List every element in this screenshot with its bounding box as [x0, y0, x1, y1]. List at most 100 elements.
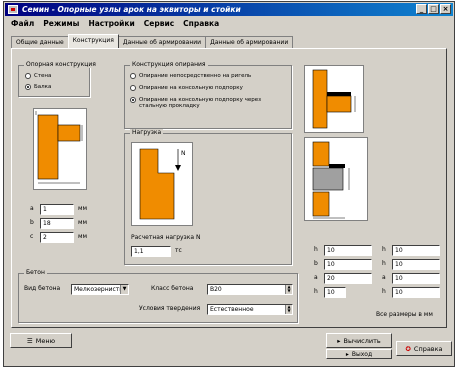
- support-section-drawing: [312, 69, 356, 129]
- radio-direct-support[interactable]: Опирание непосредственно на ригель: [130, 73, 251, 79]
- minimize-button[interactable]: _: [416, 4, 427, 14]
- radio-label: Опирание на консольную подпорку через ст…: [139, 97, 262, 109]
- tab-reinforcement-2[interactable]: Данные об армировании: [205, 36, 294, 48]
- radio-support-beam[interactable]: Балка: [25, 84, 51, 90]
- param-value: 10: [327, 247, 335, 254]
- support-section-diagram: [304, 65, 364, 133]
- radio-console-steel-pad[interactable]: Опирание на консольную подпорку через ст…: [130, 97, 288, 109]
- support-diagram: [33, 108, 87, 190]
- construction-support-group: Конструкция опирания Опирание непосредст…: [124, 61, 292, 129]
- radio-button[interactable]: [130, 85, 136, 91]
- load-diagram: N: [131, 142, 193, 226]
- calculate-button-label: Вычислить: [343, 336, 381, 345]
- help-button-label: Справка: [413, 344, 443, 353]
- param-label: a: [382, 274, 386, 281]
- concrete-type-select[interactable]: Мелкозернистый ▼: [71, 284, 129, 295]
- exit-button[interactable]: ▸ Выход: [326, 349, 392, 359]
- menu-modes[interactable]: Режимы: [43, 17, 79, 30]
- app-window: Семин - Опорные узлы арок на эквиторы и …: [3, 1, 455, 367]
- maximize-button[interactable]: □: [428, 4, 439, 14]
- chevron-down-icon[interactable]: ▼: [120, 285, 128, 294]
- dim-a-input[interactable]: 1: [40, 204, 74, 215]
- radio-button-checked[interactable]: [130, 97, 136, 103]
- group-title: Конструкция опирания: [130, 61, 208, 68]
- dim-value: 18: [43, 220, 51, 227]
- menu-bar: Файл Режимы Настройки Сервис Справка: [5, 17, 453, 30]
- group-title: Опорная конструкция: [24, 61, 98, 68]
- hardening-label: Условия твердения: [139, 305, 201, 312]
- window-title: Семин - Опорные узлы арок на эквиторы и …: [22, 5, 241, 14]
- load-group: Нагрузка N Расчетная нагрузка N 1,1 тс: [124, 129, 292, 265]
- param-input[interactable]: 10: [392, 259, 440, 270]
- param-input[interactable]: 10: [324, 287, 346, 298]
- radio-label: Опирание на консольную подпорку: [139, 85, 243, 91]
- group-title: Нагрузка: [130, 129, 164, 136]
- construction-tab-panel: Опорная конструкция Стена Балка a 1 мм b…: [11, 48, 447, 328]
- param-value: 20: [327, 275, 335, 282]
- spin-icon[interactable]: ▲ ▼: [285, 285, 292, 294]
- tab-reinforcement-1[interactable]: Данные об армировании: [117, 36, 207, 48]
- param-value: 10: [395, 247, 403, 254]
- dim-value: 1: [43, 206, 47, 213]
- arrow-right-icon: ▸: [337, 336, 341, 345]
- help-icon: ✪: [405, 344, 411, 353]
- dim-unit: мм: [78, 219, 88, 226]
- close-button[interactable]: ×: [440, 4, 451, 14]
- radio-console-support[interactable]: Опирание на консольную подпорку: [130, 85, 243, 91]
- param-value: 10: [395, 289, 403, 296]
- param-input[interactable]: 10: [324, 259, 372, 270]
- concrete-class-value: B20: [210, 286, 222, 293]
- menu-file[interactable]: Файл: [11, 17, 34, 30]
- dim-value: 2: [43, 234, 47, 241]
- load-input[interactable]: 1,1: [131, 246, 171, 257]
- steel-pad-diagram: [304, 137, 368, 221]
- dim-c-input[interactable]: 2: [40, 232, 74, 243]
- load-diagram-drawing: N: [139, 148, 186, 220]
- radio-support-wall[interactable]: Стена: [25, 73, 51, 79]
- param-label: h: [382, 260, 386, 267]
- param-input[interactable]: 20: [324, 273, 372, 284]
- param-input[interactable]: 10: [392, 245, 440, 256]
- param-label: b: [314, 260, 318, 267]
- dim-label: a: [30, 205, 34, 212]
- tab-general[interactable]: Общие данные: [11, 36, 69, 48]
- param-input[interactable]: 10: [392, 273, 440, 284]
- dim-label: c: [30, 233, 34, 240]
- param-input[interactable]: 10: [324, 245, 372, 256]
- radio-label: Опирание непосредственно на ригель: [139, 73, 252, 79]
- param-label: h: [382, 246, 386, 253]
- param-value: 10: [395, 275, 403, 282]
- menu-button-label: Меню: [35, 336, 56, 345]
- param-value: 10: [327, 261, 335, 268]
- radio-button[interactable]: [25, 73, 31, 79]
- concrete-class-select[interactable]: B20 ▲ ▼: [207, 284, 293, 295]
- param-label: h: [314, 246, 318, 253]
- menu-settings[interactable]: Настройки: [88, 17, 134, 30]
- tab-construction[interactable]: Конструкция: [67, 34, 119, 48]
- spin-icon[interactable]: ▲ ▼: [285, 305, 292, 314]
- support-diagram-drawing: [35, 111, 83, 184]
- app-icon: [8, 5, 18, 14]
- hardening-select[interactable]: Естественное ▲ ▼: [207, 304, 293, 315]
- param-value: 10: [327, 289, 335, 296]
- calculate-button[interactable]: ▸ Вычислить: [326, 333, 392, 348]
- concrete-type-label: Вид бетона: [24, 285, 61, 292]
- dim-unit: мм: [78, 205, 88, 212]
- dim-unit: мм: [78, 233, 88, 240]
- load-n-label: N: [181, 150, 186, 157]
- exit-button-label: Выход: [351, 350, 373, 358]
- hardening-value: Естественное: [210, 306, 254, 313]
- param-input[interactable]: 10: [392, 287, 440, 298]
- menu-help[interactable]: Справка: [183, 17, 219, 30]
- radio-label: Стена: [34, 73, 52, 79]
- support-construction-group: Опорная конструкция Стена Балка: [18, 61, 98, 97]
- help-button[interactable]: ✪ Справка: [396, 341, 452, 356]
- radio-button-checked[interactable]: [25, 84, 31, 90]
- load-unit: тс: [175, 247, 182, 254]
- radio-button[interactable]: [130, 73, 136, 79]
- dim-b-input[interactable]: 18: [40, 218, 74, 229]
- param-value: 10: [395, 261, 403, 268]
- menu-button[interactable]: ☰ Меню: [10, 333, 72, 348]
- menu-service[interactable]: Сервис: [144, 17, 174, 30]
- param-label: h: [382, 288, 386, 295]
